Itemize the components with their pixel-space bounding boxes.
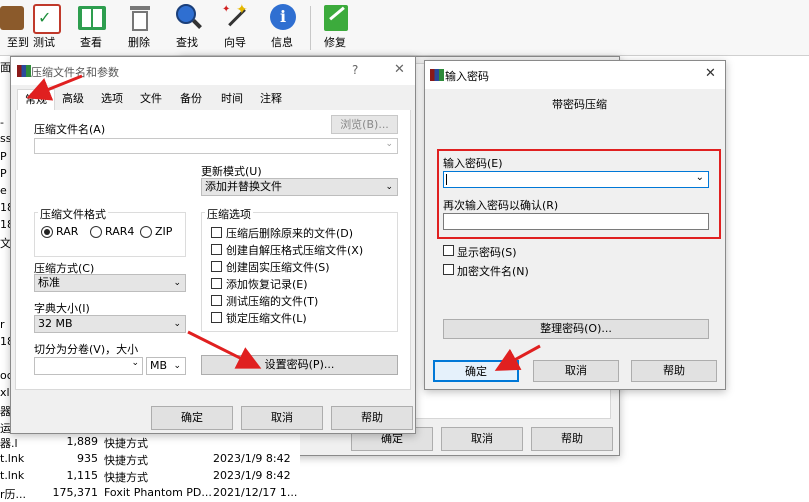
annotation-arrows: [26, 74, 541, 371]
arrow-to-ok: [494, 344, 541, 371]
arrow-to-general-tab: [26, 74, 83, 101]
arrow-to-set-password: [187, 330, 262, 369]
